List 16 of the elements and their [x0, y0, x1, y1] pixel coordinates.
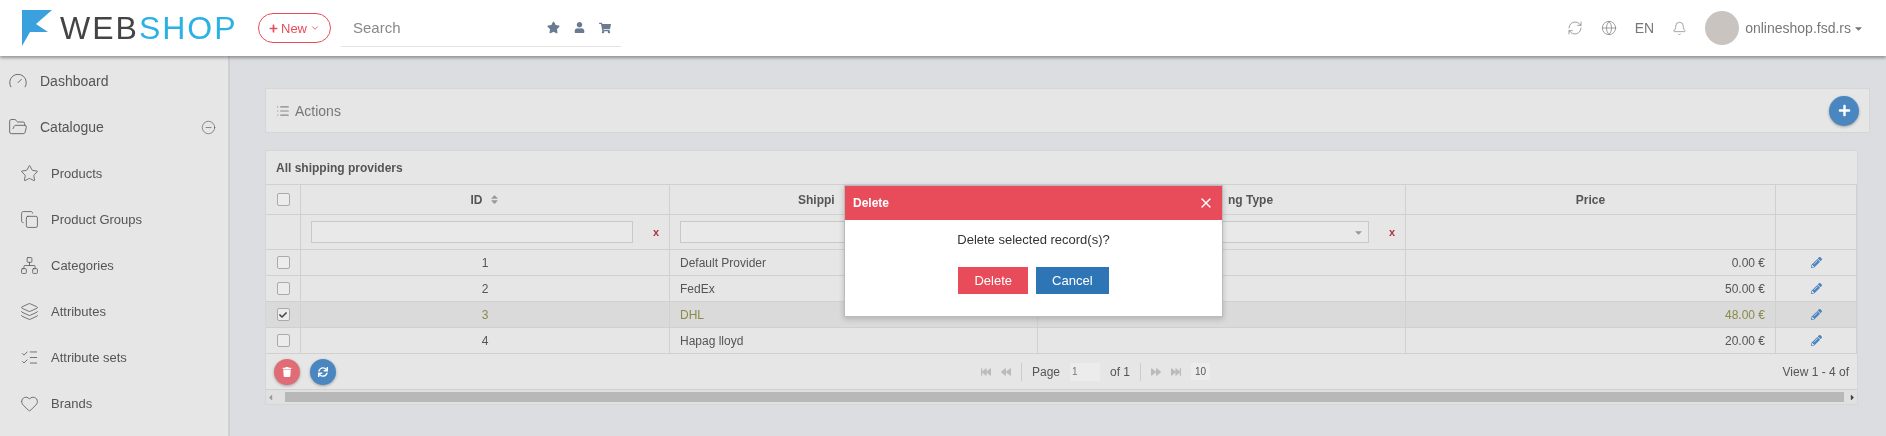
page-count: of 1 [1110, 364, 1131, 379]
table-cell: 50.00 € [1406, 276, 1776, 301]
actions-title: Actions [295, 102, 341, 119]
table-cell: 0.00 € [1406, 250, 1776, 275]
dialog-title: Delete [853, 196, 890, 210]
dialog-message: Delete selected record(s)? [956, 232, 1111, 247]
table-cell: 3 [301, 302, 670, 327]
table-cell: 20.00 € [1406, 328, 1776, 353]
table-cell: 2 [301, 276, 670, 301]
table-cell: Hapag lloyd [670, 328, 1038, 353]
table-cell: 48.00 € [1406, 302, 1776, 327]
page-label: Page [1032, 364, 1061, 379]
table-cell: 1 [301, 250, 670, 275]
table-cell: 4 [301, 328, 670, 353]
records-info: View 1 - 4 of [1782, 364, 1849, 379]
logo-text: WEBSHOP [60, 9, 238, 47]
